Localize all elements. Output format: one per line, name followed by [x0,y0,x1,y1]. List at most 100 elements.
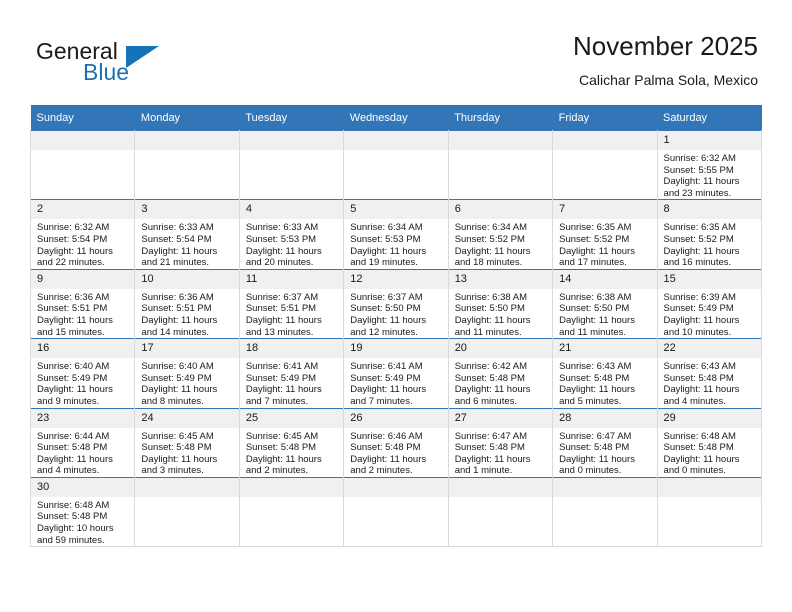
calendar-body: 1 Sunrise: 6:32 AM Sunset: 5:55 PM Daylight… [29,129,763,548]
day-number: 4 [239,200,344,220]
location-subtitle: Calichar Palma Sola, Mexico [579,72,758,88]
sun-info-line: Sunset: 5:54 PM [37,233,108,245]
calendar-day-cell[interactable]: 8 Sunrise: 6:35 AM Sunset: 5:52 PM Daylight… [656,199,763,270]
calendar-day-cell[interactable]: 7 Sunrise: 6:35 AM Sunset: 5:52 PM Daylight… [552,199,658,270]
sun-info-line: Daylight: 11 hours [141,314,218,326]
sun-info-line: Sunrise: 6:38 AM [454,291,528,303]
day-sun-info: Sunrise: 6:39 AM Sunset: 5:49 PM Daylight:… [658,289,761,338]
calendar-day-cell[interactable]: 28 Sunrise: 6:47 AM Sunset: 5:48 PM Dayligh… [552,407,658,478]
calendar-day-cell[interactable]: 20 Sunrise: 6:42 AM Sunset: 5:48 PM Dayligh… [447,338,554,408]
day-sun-info: Sunrise: 6:47 AM Sunset: 5:48 PM Daylight:… [449,428,552,477]
calendar-day-cell[interactable]: 29 Sunrise: 6:48 AM Sunset: 5:48 PM Dayligh… [656,407,763,478]
sun-info-line: Sunrise: 6:43 AM [559,361,632,373]
day-sun-info: Sunrise: 6:32 AM Sunset: 5:55 PM Daylight:… [658,150,761,199]
sun-info-line: Daylight: 11 hours [559,245,635,257]
calendar-day-cell[interactable]: 3 Sunrise: 6:33 AM Sunset: 5:54 PM Daylight… [134,199,240,270]
day-sun-info: Sunrise: 6:41 AM Sunset: 5:49 PM Daylight:… [240,358,343,407]
sun-info-line: and 15 minutes. [37,326,105,338]
day-sun-info: Sunrise: 6:41 AM Sunset: 5:49 PM Daylight:… [344,358,447,407]
day-number: 6 [448,200,553,220]
sun-info-line: and 1 minute. [454,465,513,477]
sun-info-line: Sunrise: 6:32 AM [37,222,110,234]
sun-info-line: and 4 minutes. [37,465,100,477]
sun-info-line: Daylight: 11 hours [37,384,113,396]
day-number: 18 [239,339,344,359]
day-sun-info: Sunrise: 6:47 AM Sunset: 5:48 PM Daylight:… [553,428,656,477]
day-sun-info: Sunrise: 6:38 AM Sunset: 5:50 PM Daylight:… [553,289,656,338]
sun-info-line: and 17 minutes. [559,257,627,269]
weekday-header-friday: Friday [552,105,658,131]
calendar-day-cell[interactable]: 15 Sunrise: 6:39 AM Sunset: 5:49 PM Dayligh… [656,268,763,339]
day-sun-info: Sunrise: 6:42 AM Sunset: 5:48 PM Daylight:… [449,358,552,407]
day-number: 5 [344,200,448,220]
calendar-day-cell[interactable]: 25 Sunrise: 6:45 AM Sunset: 5:48 PM Dayligh… [238,407,345,478]
sun-info-line: Sunrise: 6:35 AM [663,222,736,234]
calendar-day-cell[interactable]: 12 Sunrise: 6:37 AM Sunset: 5:50 PM Dayligh… [343,268,449,339]
calendar-empty-cell [29,129,136,200]
calendar-day-cell[interactable]: 17 Sunrise: 6:40 AM Sunset: 5:49 PM Dayligh… [134,338,240,408]
sun-info-line: Sunset: 5:48 PM [663,372,734,384]
sun-info-line: Sunrise: 6:34 AM [350,222,423,234]
calendar-day-cell[interactable]: 4 Sunrise: 6:33 AM Sunset: 5:53 PM Daylight… [238,199,345,270]
title-block: November 2025 Calichar Palma Sola, Mexic… [573,30,758,90]
sun-info-line: Daylight: 11 hours [454,314,531,326]
day-number: 15 [657,269,761,289]
sun-info-line: and 19 minutes. [350,257,418,269]
calendar-day-cell[interactable]: 1 Sunrise: 6:32 AM Sunset: 5:55 PM Daylight… [656,129,763,200]
calendar-day-cell[interactable]: 5 Sunrise: 6:34 AM Sunset: 5:53 PM Daylight… [343,199,449,270]
general-blue-logo: General Blue [36,38,186,90]
calendar-empty-cell [343,476,449,548]
calendar-day-cell[interactable]: 21 Sunrise: 6:43 AM Sunset: 5:48 PM Dayligh… [552,338,658,408]
sun-info-line: Sunset: 5:52 PM [454,233,525,245]
sun-info-line: Sunset: 5:49 PM [663,303,734,315]
sun-info-line: Sunset: 5:48 PM [454,442,525,454]
calendar-day-cell[interactable]: 13 Sunrise: 6:38 AM Sunset: 5:50 PM Dayligh… [447,268,554,339]
sun-info-line: Sunset: 5:51 PM [141,303,212,315]
calendar-day-cell[interactable]: 2 Sunrise: 6:32 AM Sunset: 5:54 PM Daylight… [29,199,136,270]
sun-info-line: Sunset: 5:52 PM [559,233,630,245]
sun-info-line: Daylight: 11 hours [454,245,531,257]
day-number: 29 [657,408,761,428]
calendar-day-cell[interactable]: 26 Sunrise: 6:46 AM Sunset: 5:48 PM Dayligh… [343,407,449,478]
calendar-day-cell[interactable]: 22 Sunrise: 6:43 AM Sunset: 5:48 PM Dayligh… [656,338,763,408]
calendar-day-cell[interactable]: 19 Sunrise: 6:41 AM Sunset: 5:49 PM Dayligh… [343,338,449,408]
sun-info-line: and 59 minutes. [37,534,105,546]
calendar-day-cell[interactable]: 23 Sunrise: 6:44 AM Sunset: 5:48 PM Dayligh… [29,407,136,478]
calendar-day-cell[interactable]: 11 Sunrise: 6:37 AM Sunset: 5:51 PM Dayligh… [238,268,345,339]
sun-info-line: Daylight: 11 hours [245,384,322,396]
day-number: 12 [344,269,448,289]
day-number: 25 [239,408,344,428]
calendar-day-cell[interactable]: 24 Sunrise: 6:45 AM Sunset: 5:48 PM Dayligh… [134,407,240,478]
day-number: 28 [553,408,657,428]
calendar-empty-cell [343,129,449,200]
calendar-day-cell[interactable]: 6 Sunrise: 6:34 AM Sunset: 5:52 PM Daylight… [447,199,554,270]
sun-info-line: and 11 minutes. [454,326,522,338]
calendar-day-cell[interactable]: 18 Sunrise: 6:41 AM Sunset: 5:49 PM Dayligh… [238,338,345,408]
sun-info-line: Sunrise: 6:37 AM [350,291,423,303]
sun-info-line: and 13 minutes. [245,326,314,338]
day-sun-info: Sunrise: 6:37 AM Sunset: 5:50 PM Daylight:… [344,289,447,338]
calendar-day-cell[interactable]: 27 Sunrise: 6:47 AM Sunset: 5:48 PM Dayligh… [447,407,554,478]
sun-info-line: Daylight: 11 hours [245,453,322,465]
sun-info-line: and 16 minutes. [663,257,732,269]
calendar-day-cell[interactable]: 30 Sunrise: 6:48 AM Sunset: 5:48 PM Dayligh… [29,476,136,548]
calendar-day-cell[interactable]: 9 Sunrise: 6:36 AM Sunset: 5:51 PM Daylight… [29,268,136,339]
sun-info-line: Sunrise: 6:40 AM [141,361,214,373]
sun-info-line: Daylight: 11 hours [141,245,218,257]
sun-info-line: Daylight: 11 hours [559,314,635,326]
calendar-day-cell[interactable]: 14 Sunrise: 6:38 AM Sunset: 5:50 PM Dayligh… [552,268,658,339]
sun-info-line: Daylight: 11 hours [559,384,635,396]
calendar-day-cell[interactable]: 16 Sunrise: 6:40 AM Sunset: 5:49 PM Dayligh… [29,338,136,408]
sun-info-line: and 6 minutes. [454,395,518,407]
day-number: 27 [448,408,553,428]
sun-info-line: Sunrise: 6:32 AM [663,153,736,164]
calendar-empty-cell [447,476,554,548]
sun-info-line: and 7 minutes. [350,395,413,407]
sun-info-line: Sunrise: 6:40 AM [37,361,110,373]
weekday-header-tuesday: Tuesday [239,105,344,131]
sun-info-line: Sunrise: 6:47 AM [454,430,528,442]
sun-info-line: Daylight: 11 hours [245,245,322,257]
sun-info-line: and 22 minutes. [37,257,105,269]
sun-info-line: Daylight: 11 hours [663,176,740,188]
calendar-day-cell[interactable]: 10 Sunrise: 6:36 AM Sunset: 5:51 PM Dayligh… [134,268,240,339]
